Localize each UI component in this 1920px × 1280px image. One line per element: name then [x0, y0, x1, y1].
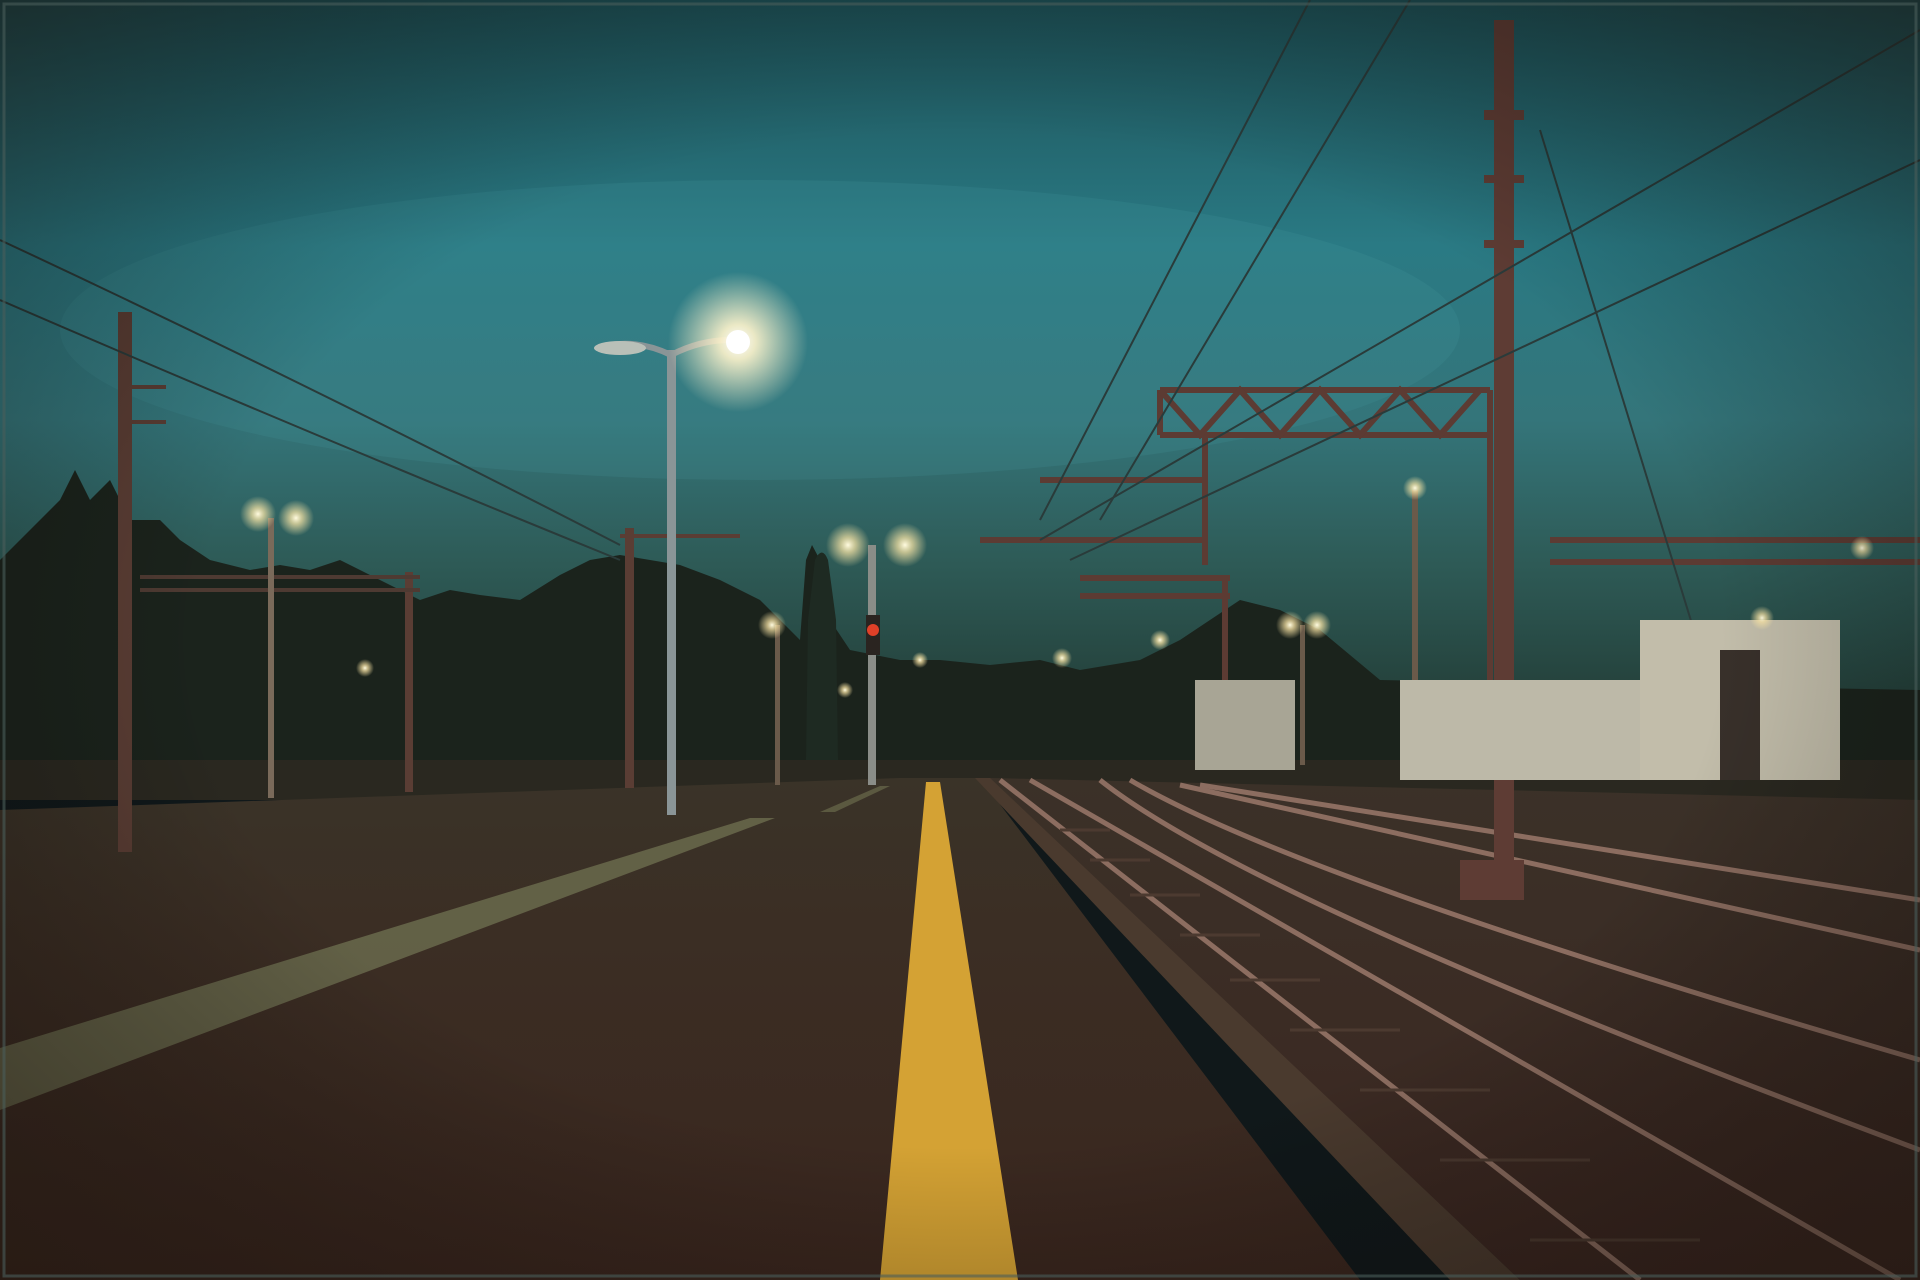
vignette-overlay: [0, 0, 1920, 1280]
scene-svg: [0, 0, 1920, 1280]
railway-platform-photo: [0, 0, 1920, 1280]
